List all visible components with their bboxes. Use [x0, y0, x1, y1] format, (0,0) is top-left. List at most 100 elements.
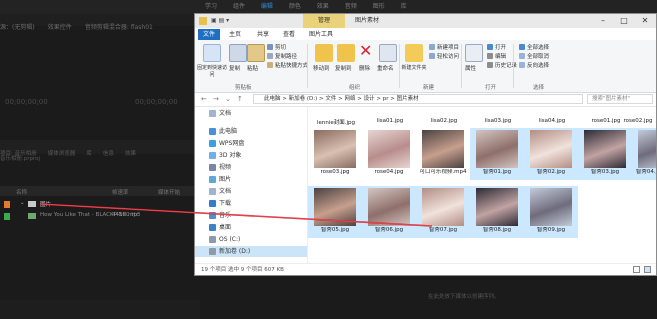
- tab-source[interactable]: 源：(无剪辑): [0, 24, 35, 31]
- col-media-start[interactable]: 媒体开始: [158, 188, 180, 196]
- delete-icon[interactable]: ✕: [359, 42, 372, 60]
- invert-selection-icon[interactable]: [519, 62, 525, 68]
- details-view-icon[interactable]: [633, 266, 640, 273]
- breadcrumb-files[interactable]: 文件: [325, 96, 336, 102]
- file-item[interactable]: 智秀01.jpg: [470, 128, 524, 180]
- nav-item-drive-d[interactable]: 新加卷 (D:): [195, 246, 307, 257]
- file-name[interactable]: lisa04.jpg: [524, 118, 580, 124]
- breadcrumb-network[interactable]: 网络: [345, 96, 356, 102]
- file-name[interactable]: rose03.jpg: [308, 169, 362, 175]
- file-item[interactable]: 智秀02.jpg: [524, 128, 578, 180]
- workspace-learn[interactable]: 学习: [205, 3, 217, 10]
- workspace-libraries[interactable]: 库: [401, 3, 407, 10]
- new-folder-label[interactable]: 新建文件夹: [401, 64, 427, 71]
- open-label[interactable]: 打开: [495, 43, 506, 51]
- file-item[interactable]: 智秀03.jpg: [578, 128, 632, 180]
- properties-icon[interactable]: [465, 44, 483, 62]
- invert-selection-label[interactable]: 反向选择: [527, 61, 549, 69]
- history-icon[interactable]: [487, 62, 493, 68]
- project-audio-row[interactable]: How You Like That - BLACKPINK.mp3 44100 …: [0, 211, 200, 222]
- file-item[interactable]: 可口可乐视频.mp4: [416, 128, 470, 180]
- select-none-label[interactable]: 全部取消: [527, 52, 549, 60]
- breadcrumb-this-pc[interactable]: 此电脑: [264, 96, 281, 102]
- file-thumbnail[interactable]: [584, 130, 626, 168]
- file-name[interactable]: lennie封面.jpg: [308, 118, 364, 126]
- file-name[interactable]: 智秀07.jpg: [416, 227, 470, 233]
- project-bin-row[interactable]: ⌄ 图片: [0, 199, 200, 210]
- breadcrumb-design[interactable]: 设计: [364, 96, 375, 102]
- file-name[interactable]: 智秀06.jpg: [362, 227, 416, 233]
- file-name[interactable]: 智秀05.jpg: [308, 227, 362, 233]
- file-name[interactable]: 智秀09.jpg: [524, 227, 578, 233]
- file-item[interactable]: rose03.jpg: [308, 128, 362, 180]
- file-name[interactable]: 智秀03.jpg: [578, 169, 632, 175]
- file-item[interactable]: 智秀09.jpg: [524, 186, 578, 238]
- nav-item-documents-2[interactable]: 文档: [195, 186, 307, 197]
- pin-icon[interactable]: [203, 44, 221, 62]
- tab-home[interactable]: 主页: [229, 29, 241, 40]
- file-item[interactable]: 智秀05.jpg: [308, 186, 362, 238]
- file-item[interactable]: rose04.jpg: [362, 128, 416, 180]
- select-all-icon[interactable]: [519, 44, 525, 50]
- tab-effect-controls[interactable]: 效果控件: [48, 24, 72, 31]
- open-icon[interactable]: [487, 44, 493, 50]
- quick-access-toolbar[interactable]: ▣ ▤ ▾: [211, 17, 229, 24]
- file-name[interactable]: rose04.jpg: [362, 169, 416, 175]
- rename-icon[interactable]: [379, 44, 397, 62]
- file-name[interactable]: 智秀08.jpg: [470, 227, 524, 233]
- col-framerate[interactable]: 帧速率: [112, 188, 129, 196]
- breadcrumb-drive-d[interactable]: 新加卷 (D:): [289, 96, 318, 102]
- file-item[interactable]: 智秀04.jpg: [632, 128, 656, 180]
- col-name[interactable]: 名称: [16, 188, 27, 196]
- workspace-audio[interactable]: 音频: [345, 3, 357, 10]
- workspace-assembly[interactable]: 组件: [233, 3, 245, 10]
- file-thumbnail[interactable]: [530, 130, 572, 168]
- copy-path-icon[interactable]: [267, 53, 273, 59]
- nav-item-desktop[interactable]: 桌面: [195, 222, 307, 233]
- tab-picture-tools[interactable]: 图片工具: [309, 29, 333, 40]
- file-name[interactable]: 可口可乐视频.mp4: [416, 169, 470, 175]
- new-item-label[interactable]: 新建项目: [437, 43, 459, 51]
- file-thumbnail[interactable]: [422, 188, 464, 226]
- file-name[interactable]: lisa01.jpg: [362, 118, 418, 124]
- rename-label[interactable]: 重命名: [377, 64, 394, 72]
- nav-item-documents[interactable]: 文档: [195, 108, 307, 119]
- copy-to-icon[interactable]: [337, 44, 355, 62]
- easy-access-icon[interactable]: [429, 53, 435, 59]
- file-item[interactable]: 智秀08.jpg: [470, 186, 524, 238]
- paste-icon[interactable]: [247, 44, 265, 62]
- select-all-label[interactable]: 全部选择: [527, 43, 549, 51]
- workspace-color[interactable]: 颜色: [289, 3, 301, 10]
- file-thumbnail[interactable]: [314, 188, 356, 226]
- easy-access-label[interactable]: 轻松访问: [437, 52, 459, 60]
- file-thumbnail[interactable]: [314, 130, 356, 168]
- nav-item-drive-c[interactable]: OS (C:): [195, 234, 307, 245]
- file-name[interactable]: lisa03.jpg: [470, 118, 526, 124]
- file-thumbnail[interactable]: [476, 188, 518, 226]
- nav-item-wps-drive[interactable]: WPS网盘: [195, 138, 307, 149]
- copy-icon[interactable]: [229, 44, 247, 62]
- back-arrow-icon[interactable]: ←: [201, 95, 207, 103]
- file-name[interactable]: rose02.jpg: [620, 118, 656, 124]
- nav-item-music[interactable]: 音乐: [195, 210, 307, 221]
- minimize-icon[interactable]: –: [593, 14, 613, 28]
- address-bar[interactable]: 此电脑 > 新加卷 (D:) > 文件 > 网络 > 设计 > pr > 图片素…: [253, 94, 583, 104]
- up-arrow-icon[interactable]: ↑: [237, 95, 243, 103]
- file-name[interactable]: 智秀04.jpg: [632, 169, 656, 175]
- paste-label[interactable]: 粘贴: [247, 64, 258, 72]
- file-name[interactable]: 智秀01.jpg: [470, 169, 524, 175]
- tab-view[interactable]: 查看: [283, 29, 295, 40]
- workspace-effects[interactable]: 效果: [317, 3, 329, 10]
- maximize-icon[interactable]: □: [614, 14, 634, 28]
- bin-name[interactable]: 图片: [40, 200, 51, 208]
- file-thumbnail[interactable]: [638, 130, 656, 168]
- large-icons-view-icon[interactable]: [644, 266, 651, 273]
- copy-to-label[interactable]: 复制到: [335, 64, 352, 72]
- breadcrumb-pr[interactable]: pr: [383, 96, 389, 102]
- breadcrumb-images[interactable]: 图片素材: [397, 96, 419, 102]
- forward-arrow-icon[interactable]: →: [213, 95, 219, 103]
- nav-item-pictures[interactable]: 图片: [195, 174, 307, 185]
- chevron-down-icon[interactable]: ⌄: [20, 200, 25, 206]
- nav-item-3d-objects[interactable]: 3D 对象: [195, 150, 307, 161]
- delete-label[interactable]: 删除: [359, 64, 370, 72]
